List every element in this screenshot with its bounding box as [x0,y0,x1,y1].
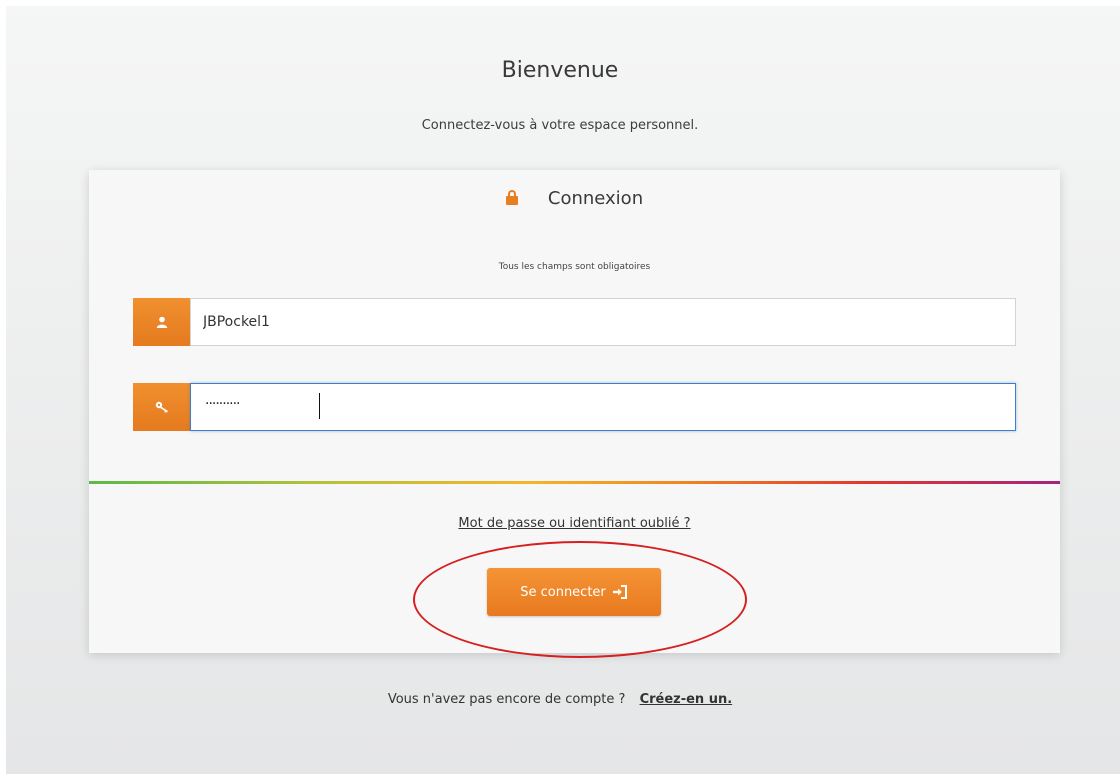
signup-link[interactable]: Créez-en un. [640,692,733,707]
required-fields-note: Tous les champs sont obligatoires [498,262,651,272]
login-card: Connexion Tous les champs sont obligatoi… [89,170,1060,653]
text-caret [319,393,320,419]
card-header: Connexion [89,188,1060,209]
user-icon [133,298,190,346]
key-icon [133,383,190,431]
forgot-link-container: Mot de passe ou identifiant oublié ? [89,514,1060,532]
signup-footer: Vous n'avez pas encore de compte ? Créez… [0,692,1120,707]
page-subtitle: Connectez-vous à votre espace personnel. [421,118,699,133]
card-title: Connexion [547,188,644,209]
page-title: Bienvenue [501,58,619,83]
password-field: ·········· [133,383,1016,431]
forgot-password-link[interactable]: Mot de passe ou identifiant oublié ? [458,516,690,531]
lock-icon [505,190,518,205]
username-input[interactable] [190,298,1016,346]
sign-in-icon [612,585,627,599]
signup-prompt: Vous n'avez pas encore de compte ? [387,692,626,707]
username-field [133,298,1016,346]
login-button[interactable]: Se connecter [487,568,661,616]
login-button-label: Se connecter [520,584,606,600]
rainbow-divider [89,481,1060,484]
password-input[interactable] [190,383,1016,431]
